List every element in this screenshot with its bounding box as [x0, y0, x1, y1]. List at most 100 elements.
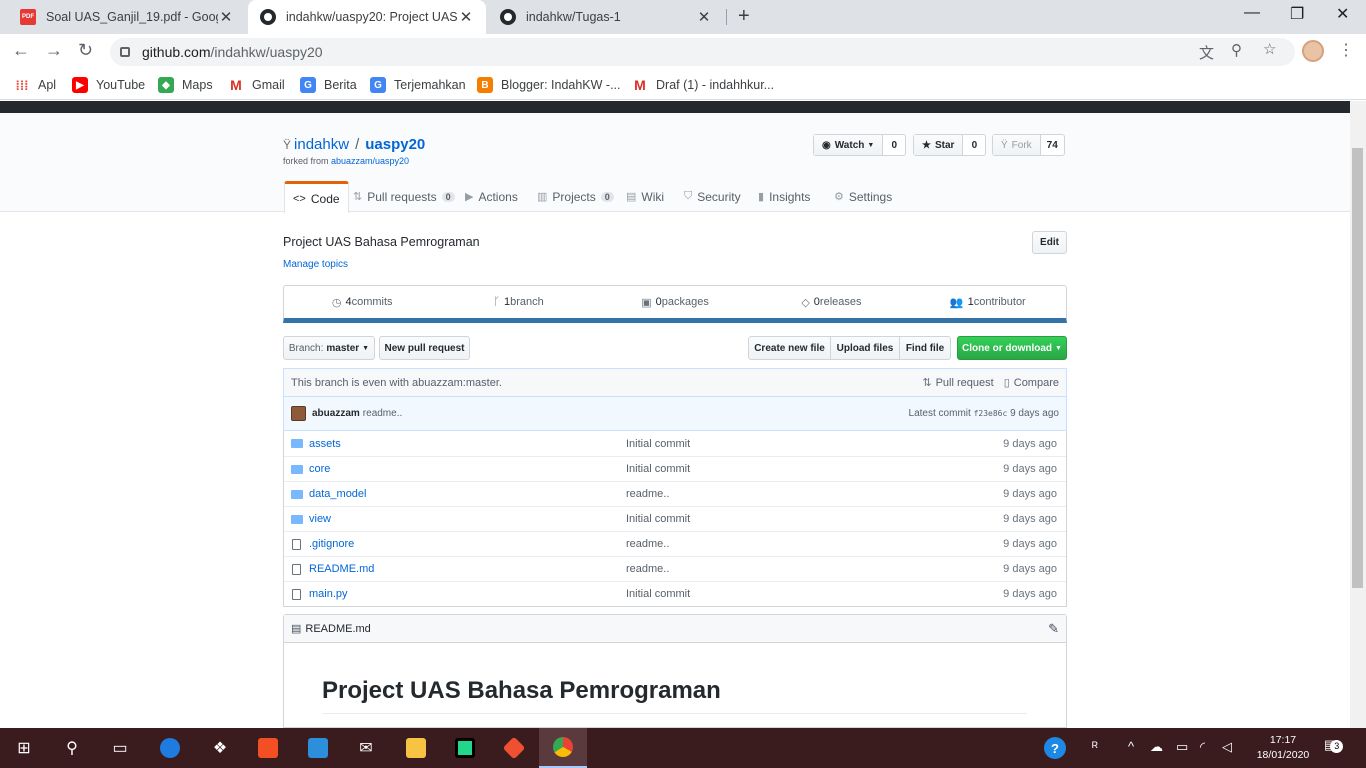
- edit-description-button[interactable]: Edit: [1032, 231, 1067, 254]
- tab-security[interactable]: ⛉ Security: [676, 181, 749, 212]
- tab-pull-requests[interactable]: ⇅ Pull requests 0: [345, 181, 463, 212]
- file-name[interactable]: assets: [309, 438, 626, 450]
- minimize-icon[interactable]: —: [1244, 4, 1260, 22]
- visual-studio-code-icon[interactable]: [294, 728, 342, 768]
- watch-button[interactable]: ◉ Watch ▼: [814, 135, 884, 155]
- reload-icon[interactable]: ↻: [78, 40, 93, 61]
- browser-tab-tugas1[interactable]: indahkw/Tugas-1 ✕: [488, 0, 724, 34]
- profile-avatar[interactable]: [1302, 40, 1324, 62]
- branch-select-button[interactable]: Branch: master ▼: [283, 336, 375, 360]
- address-bar[interactable]: github.com/indahkw/uaspy20: [110, 38, 1295, 66]
- clone-or-download-button[interactable]: Clone or download ▼: [957, 336, 1067, 360]
- tab-wiki[interactable]: ▤ Wiki: [618, 181, 672, 212]
- file-commit-message[interactable]: Initial commit: [626, 588, 1003, 600]
- restore-icon[interactable]: ❐: [1290, 4, 1304, 24]
- file-commit-message[interactable]: readme..: [626, 538, 1003, 550]
- file-name[interactable]: .gitignore: [309, 538, 626, 550]
- tab-projects[interactable]: ▥ Projects 0: [529, 181, 622, 212]
- summary-commits[interactable]: ◷ 4 commits: [284, 286, 440, 318]
- bookmark-maps[interactable]: ◆ Maps: [158, 77, 213, 93]
- bookmark-blogger[interactable]: B Blogger: IndahKW -...: [477, 77, 621, 93]
- fork-count[interactable]: 74: [1041, 135, 1064, 155]
- bookmark-star-icon[interactable]: ☆: [1263, 40, 1276, 58]
- author-avatar[interactable]: [291, 406, 306, 421]
- create-new-file-button[interactable]: Create new file: [748, 336, 831, 360]
- window-close-icon[interactable]: ✕: [1336, 4, 1349, 24]
- help-icon[interactable]: ?: [1044, 737, 1066, 759]
- browser-menu-icon[interactable]: ⋮: [1338, 40, 1354, 60]
- close-icon[interactable]: ✕: [696, 8, 712, 26]
- task-view-icon[interactable]: ▭: [96, 728, 144, 768]
- file-commit-message[interactable]: Initial commit: [626, 463, 1003, 475]
- bookmark-draf[interactable]: M Draf (1) - indahhkur...: [632, 77, 774, 93]
- edge-icon[interactable]: [146, 728, 194, 768]
- file-commit-message[interactable]: readme..: [626, 563, 1003, 575]
- forked-from-link[interactable]: abuazzam/uaspy20: [331, 156, 409, 166]
- pencil-icon[interactable]: ✎: [1048, 621, 1059, 637]
- windows-start-icon[interactable]: ⊞: [0, 728, 48, 768]
- bookmark-gmail[interactable]: M Gmail: [228, 77, 285, 93]
- people-icon[interactable]: ᴿ: [1092, 739, 1098, 754]
- git-icon[interactable]: [490, 728, 538, 768]
- notification-icon[interactable]: ▤3: [1324, 737, 1344, 753]
- star-button[interactable]: ★ Star: [914, 135, 964, 155]
- bookmark-berita[interactable]: G Berita: [300, 77, 357, 93]
- tab-insights[interactable]: ▮ Insights: [750, 181, 818, 212]
- close-icon[interactable]: ✕: [218, 8, 234, 26]
- volume-icon[interactable]: ◁: [1222, 739, 1232, 755]
- file-row[interactable]: data_model readme.. 9 days ago: [284, 481, 1066, 506]
- mail-icon[interactable]: ✉: [342, 728, 390, 768]
- commit-sha[interactable]: f23e86c: [974, 409, 1008, 418]
- browser-tab-uaspy20[interactable]: indahkw/uaspy20: Project UAS Ba ✕: [248, 0, 486, 34]
- zoom-icon[interactable]: ⚲: [1231, 41, 1242, 59]
- file-name[interactable]: data_model: [309, 488, 626, 500]
- file-name[interactable]: view: [309, 513, 626, 525]
- forward-icon[interactable]: →: [45, 40, 63, 61]
- file-explorer-icon[interactable]: [392, 728, 440, 768]
- back-icon[interactable]: ←: [12, 40, 30, 61]
- file-commit-message[interactable]: Initial commit: [626, 438, 1003, 450]
- bookmark-terjemahkan[interactable]: G Terjemahkan: [370, 77, 466, 93]
- file-name[interactable]: README.md: [309, 563, 626, 575]
- search-icon[interactable]: ⚲: [48, 728, 96, 768]
- star-count[interactable]: 0: [963, 135, 985, 155]
- file-row[interactable]: README.md readme.. 9 days ago: [284, 556, 1066, 581]
- watch-count[interactable]: 0: [883, 135, 905, 155]
- file-name[interactable]: main.py: [309, 588, 626, 600]
- compare-link[interactable]: ▯ Compare: [1004, 376, 1059, 389]
- commit-author[interactable]: abuazzam: [312, 408, 360, 419]
- file-row[interactable]: .gitignore readme.. 9 days ago: [284, 531, 1066, 556]
- fork-button[interactable]: Ÿ Fork: [993, 135, 1041, 155]
- pull-request-link[interactable]: ⇅ Pull request: [922, 376, 993, 389]
- system-clock[interactable]: 17:17 18/01/2020: [1252, 733, 1314, 763]
- summary-packages[interactable]: ▣ 0 packages: [597, 286, 753, 318]
- dropbox-icon[interactable]: ❖: [196, 728, 244, 768]
- summary-branches[interactable]: ᚴ1 branch: [440, 286, 596, 318]
- translate-icon[interactable]: 文: [1199, 42, 1214, 63]
- store-icon[interactable]: [244, 728, 292, 768]
- find-file-button[interactable]: Find file: [899, 336, 951, 360]
- browser-tab-pdf[interactable]: PDF Soal UAS_Ganjil_19.pdf - Google ✕: [8, 0, 246, 34]
- new-pull-request-button[interactable]: New pull request: [379, 336, 470, 360]
- file-commit-message[interactable]: readme..: [626, 488, 1003, 500]
- upload-files-button[interactable]: Upload files: [830, 336, 900, 360]
- file-row[interactable]: view Initial commit 9 days ago: [284, 506, 1066, 531]
- tab-settings[interactable]: ⚙ Settings: [826, 181, 900, 212]
- bookmark-apl[interactable]: ⁞⁞⁞ Apl: [14, 77, 57, 93]
- scrollbar-thumb[interactable]: [1352, 148, 1363, 588]
- onedrive-icon[interactable]: ☁: [1150, 739, 1163, 755]
- manage-topics-link[interactable]: Manage topics: [283, 259, 348, 270]
- pycharm-icon[interactable]: [441, 728, 489, 768]
- summary-releases[interactable]: ◇ 0 releases: [753, 286, 909, 318]
- bookmark-youtube[interactable]: ▶ YouTube: [72, 77, 145, 93]
- chevron-up-icon[interactable]: ^: [1128, 739, 1134, 754]
- file-row[interactable]: assets Initial commit 9 days ago: [284, 431, 1066, 456]
- tab-code[interactable]: <> Code: [284, 181, 349, 213]
- close-icon[interactable]: ✕: [458, 8, 474, 26]
- new-tab-icon[interactable]: +: [738, 5, 750, 28]
- summary-contributors[interactable]: 👥 1 contributor: [910, 286, 1066, 318]
- repo-name-link[interactable]: uaspy20: [365, 136, 425, 153]
- file-commit-message[interactable]: Initial commit: [626, 513, 1003, 525]
- file-name[interactable]: core: [309, 463, 626, 475]
- tab-actions[interactable]: ▶ Actions: [457, 181, 526, 212]
